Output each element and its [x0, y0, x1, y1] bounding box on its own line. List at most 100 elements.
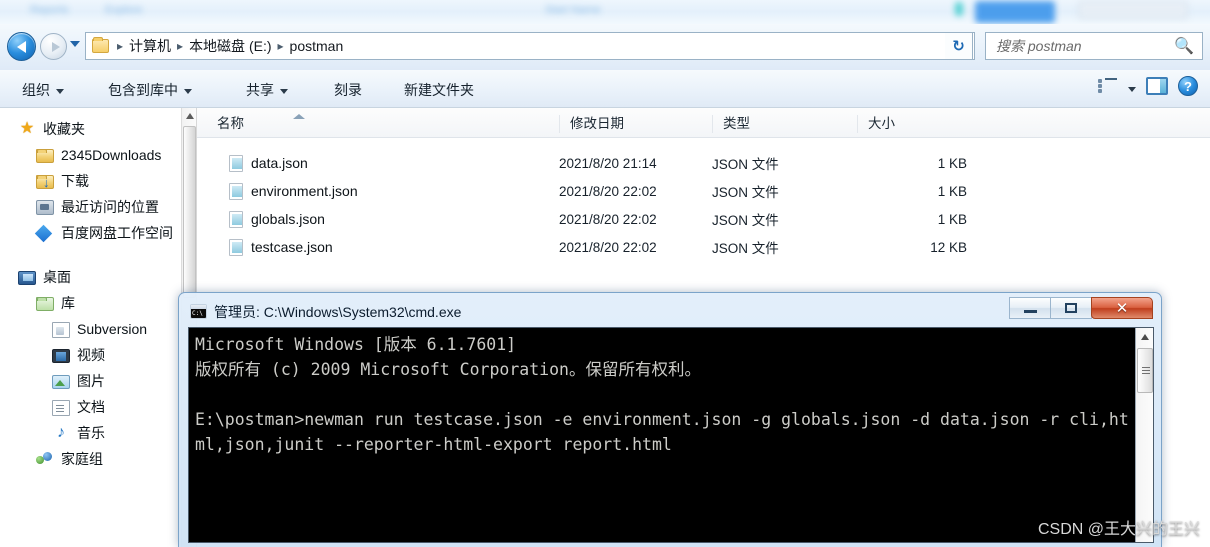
sidebar-item-documents-label: 文档	[77, 399, 105, 415]
toolbar-organize-button[interactable]: 组织	[22, 80, 64, 100]
search-input[interactable]: 搜索 postman 🔍	[985, 32, 1203, 60]
sidebar-item-recent-places[interactable]: 最近访问的位置	[0, 194, 196, 220]
help-icon[interactable]: ?	[1178, 76, 1198, 96]
sidebar-item-documents[interactable]: 文档	[0, 394, 196, 420]
navigation-pane: ★ 收藏夹 2345Downloads 下载 最近访问的位置 百度网	[0, 108, 196, 547]
file-name-cell[interactable]: data.json	[229, 154, 308, 172]
breadcrumb-item-computer[interactable]: 计算机	[129, 36, 171, 56]
column-header-name[interactable]: 名称	[207, 114, 559, 133]
sidebar-item-libraries-label: 库	[61, 295, 75, 311]
preview-pane-icon[interactable]	[1146, 77, 1168, 95]
sidebar-item-desktop-label: 桌面	[43, 269, 71, 285]
nav-top-spacer	[0, 108, 196, 116]
sidebar-item-baidu-netdisk-label: 百度网盘工作空间	[61, 225, 173, 241]
console-text: Microsoft Windows [版本 6.1.7601] 版权所有 (c)…	[195, 335, 1129, 454]
breadcrumb-separator-1: ▸	[177, 38, 184, 53]
view-list-icon[interactable]	[1098, 78, 1118, 94]
file-size-cell: 1 KB	[937, 211, 967, 227]
column-header-name-label: 名称	[217, 116, 244, 131]
sidebar-item-favorites-label: 收藏夹	[43, 121, 85, 137]
toolbar-share-button[interactable]: 共享	[246, 80, 288, 100]
sidebar-item-2345downloads-label: 2345Downloads	[61, 147, 162, 163]
address-bar-row: ▸ 计算机 ▸ 本地磁盘 (E:) ▸ postman ↻ 搜索 postman…	[0, 24, 1210, 70]
close-icon[interactable]: ✕	[1091, 297, 1153, 319]
back-arrow-icon[interactable]	[7, 32, 36, 61]
file-name-cell[interactable]: globals.json	[229, 210, 325, 228]
scrollbar-thumb[interactable]	[183, 126, 196, 298]
sidebar-item-2345downloads[interactable]: 2345Downloads	[0, 142, 196, 168]
toolbar-burn-button[interactable]: 刻录	[334, 80, 362, 100]
sidebar-item-favorites[interactable]: ★ 收藏夹	[0, 116, 196, 142]
forward-arrow-icon[interactable]	[40, 33, 67, 60]
file-size-cell: 12 KB	[930, 239, 967, 255]
sort-ascending-icon	[293, 114, 305, 119]
search-icon[interactable]: 🔍	[1174, 36, 1194, 56]
sidebar-item-baidu-netdisk[interactable]: 百度网盘工作空间	[0, 220, 196, 246]
background-teal-chip	[955, 2, 963, 16]
refresh-icon[interactable]: ↻	[945, 32, 973, 60]
file-date-cell: 2021/8/20 21:14	[559, 155, 657, 171]
column-header-date-modified[interactable]: 修改日期	[559, 115, 712, 133]
music-icon: ♪	[57, 424, 65, 441]
maximize-icon[interactable]	[1050, 297, 1092, 319]
library-folder-icon	[36, 297, 54, 311]
sidebar-item-subversion[interactable]: Subversion	[0, 316, 196, 342]
document-icon	[52, 399, 70, 416]
sidebar-item-homegroup-label: 家庭组	[61, 451, 103, 467]
sidebar-item-downloads[interactable]: 下载	[0, 168, 196, 194]
scroll-up-arrow-icon[interactable]	[1141, 334, 1149, 340]
breadcrumb-item-local-disk-e[interactable]: 本地磁盘 (E:)	[189, 36, 271, 56]
file-type-cell: JSON 文件	[712, 185, 779, 200]
sidebar-item-subversion-label: Subversion	[77, 321, 148, 337]
command-prompt-window[interactable]: 管理员: C:\Windows\System32\cmd.exe ✕ Micro…	[178, 292, 1162, 547]
column-header-type[interactable]: 类型	[712, 115, 857, 133]
chevron-down-icon-view[interactable]	[1128, 86, 1136, 92]
scrollbar-thumb[interactable]	[1137, 348, 1153, 393]
console-screen[interactable]: Microsoft Windows [版本 6.1.7601] 版权所有 (c)…	[188, 327, 1154, 543]
sidebar-item-music[interactable]: ♪ 音乐	[0, 420, 196, 446]
chevron-down-icon-history[interactable]	[70, 41, 80, 47]
desktop-icon	[18, 271, 36, 285]
background-blue-button	[975, 1, 1055, 23]
toolbar-burn-label: 刻录	[334, 82, 362, 98]
folder-download-icon	[36, 175, 54, 190]
star-icon: ★	[19, 120, 35, 137]
column-header-type-label: 类型	[723, 116, 750, 131]
sidebar-item-libraries[interactable]: 库	[0, 290, 196, 316]
screenshot-root: Reports Explore Start Name ▸ 计算机 ▸ 本地磁盘 …	[0, 0, 1210, 547]
sidebar-item-desktop[interactable]: 桌面	[0, 264, 196, 290]
sidebar-item-pictures[interactable]: 图片	[0, 368, 196, 394]
sidebar-item-videos[interactable]: 视频	[0, 342, 196, 368]
breadcrumb[interactable]: ▸ 计算机 ▸ 本地磁盘 (E:) ▸ postman	[85, 32, 975, 60]
sidebar-item-homegroup[interactable]: 家庭组	[0, 446, 196, 472]
toolbar-new-folder-button[interactable]: 新建文件夹	[404, 80, 474, 100]
nav-section-gap	[0, 246, 196, 264]
file-size-cell: 1 KB	[937, 155, 967, 171]
table-row[interactable]: testcase.json 2021/8/20 22:02 JSON 文件 12…	[197, 233, 1210, 261]
file-name-cell[interactable]: environment.json	[229, 182, 358, 200]
column-header-size[interactable]: 大小	[857, 115, 977, 133]
chevron-down-icon-organize	[56, 88, 64, 94]
file-name-label: data.json	[251, 155, 308, 171]
minimize-icon[interactable]	[1009, 297, 1051, 319]
toolbar-include-in-library-button[interactable]: 包含到库中	[108, 80, 192, 100]
scroll-up-arrow-icon[interactable]	[186, 113, 194, 119]
console-scrollbar[interactable]	[1135, 328, 1153, 542]
command-prompt-titlebar[interactable]: 管理员: C:\Windows\System32\cmd.exe ✕	[184, 297, 1156, 325]
file-name-label: environment.json	[251, 183, 358, 199]
breadcrumb-separator-2: ▸	[277, 38, 284, 53]
sidebar-item-downloads-label: 下载	[61, 173, 89, 189]
breadcrumb-item-postman[interactable]: postman	[290, 38, 344, 54]
table-row[interactable]: environment.json 2021/8/20 22:02 JSON 文件…	[197, 177, 1210, 205]
column-header-size-label: 大小	[868, 116, 895, 131]
toolbar-organize-label: 组织	[22, 82, 50, 98]
window-controls: ✕	[1009, 297, 1153, 319]
background-window-strip: Reports Explore Start Name	[0, 0, 1210, 26]
background-fragment-reports: Reports	[30, 4, 69, 16]
explorer-toolbar: 组织 包含到库中 共享 刻录 新建文件夹 ?	[0, 70, 1210, 108]
toolbar-new-folder-label: 新建文件夹	[404, 82, 474, 98]
table-row[interactable]: globals.json 2021/8/20 22:02 JSON 文件 1 K…	[197, 205, 1210, 233]
table-row[interactable]: data.json 2021/8/20 21:14 JSON 文件 1 KB	[197, 149, 1210, 177]
file-name-cell[interactable]: testcase.json	[229, 238, 333, 256]
close-glyph: ✕	[1115, 299, 1129, 317]
